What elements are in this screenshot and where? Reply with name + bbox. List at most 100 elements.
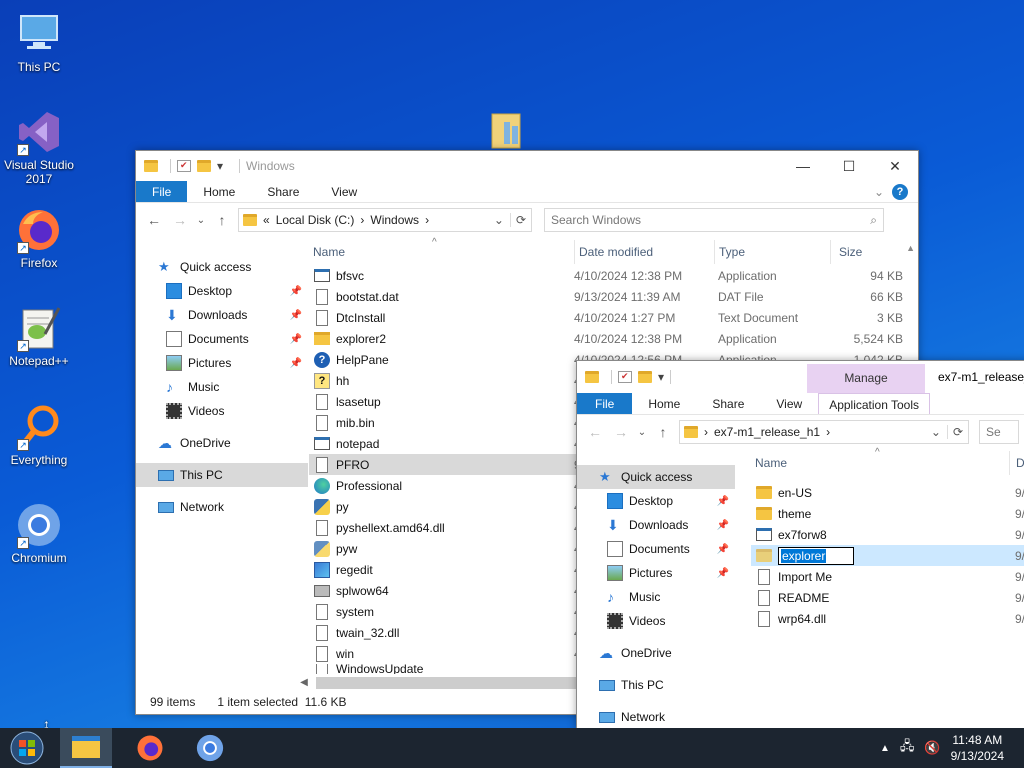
file-row[interactable]: wrp64.dll 9/ <box>751 608 1024 629</box>
pin-icon[interactable]: 📌 <box>290 310 302 321</box>
minimize-button[interactable]: — <box>780 151 826 181</box>
address-overflow[interactable]: « <box>263 213 270 227</box>
nav-desktop[interactable]: Desktop 📌 <box>577 489 735 513</box>
column-header-date[interactable]: Date modified <box>574 240 653 264</box>
file-row[interactable]: Import Me 9/ <box>751 566 1024 587</box>
nav-music[interactable]: ♪ Music <box>577 585 735 609</box>
back-button[interactable]: ← <box>585 424 605 440</box>
tab-file[interactable]: File <box>136 181 188 202</box>
maximize-button[interactable]: ☐ <box>826 151 872 181</box>
up-button[interactable]: ↑ <box>653 424 673 440</box>
chevron-right-icon[interactable]: › <box>425 213 429 227</box>
back-button[interactable]: ← <box>144 212 164 228</box>
desktop-icon-notepadpp[interactable]: ↗ Notepad++ <box>1 304 77 368</box>
close-button[interactable]: ✕ <box>872 151 918 181</box>
taskbar-file-explorer[interactable] <box>60 728 112 768</box>
nav-onedrive[interactable]: ☁ OneDrive <box>577 641 735 665</box>
tab-application-tools[interactable]: Application Tools <box>818 393 931 414</box>
show-hidden-icons-icon[interactable]: ▲ <box>880 743 890 754</box>
chevron-right-icon[interactable]: › <box>360 213 364 227</box>
file-row[interactable]: README 9/ <box>751 587 1024 608</box>
desktop-icon-everything[interactable]: ↗ Everything <box>1 403 77 467</box>
taskbar-firefox[interactable] <box>120 728 180 768</box>
tab-share[interactable]: Share <box>251 181 315 202</box>
tab-file[interactable]: File <box>577 393 633 414</box>
column-header-date[interactable]: D <box>1009 451 1024 475</box>
pin-icon[interactable]: 📌 <box>717 544 729 555</box>
title-bar[interactable]: ▾ ex7-m1_release_ <box>577 361 1024 393</box>
nav-this-pc[interactable]: This PC <box>136 463 308 487</box>
dragged-folder-icon[interactable] <box>490 108 524 150</box>
pin-icon[interactable]: 📌 <box>717 520 729 531</box>
start-button[interactable] <box>0 728 54 768</box>
taskbar-chromium[interactable] <box>180 728 240 768</box>
network-status-icon[interactable]: 🖧 <box>900 737 915 759</box>
search-input[interactable]: Search Windows ⌕ <box>544 208 884 232</box>
file-row[interactable]: theme 9/ <box>751 503 1024 524</box>
desktop-icon-this-pc[interactable]: This PC <box>1 10 77 74</box>
scroll-up-icon[interactable]: ▲ <box>906 243 915 253</box>
nav-desktop[interactable]: Desktop 📌 <box>136 279 308 303</box>
nav-music[interactable]: ♪ Music <box>136 375 308 399</box>
chevron-right-icon[interactable]: › <box>704 425 708 439</box>
recent-dropdown-icon[interactable]: ⌄ <box>637 427 647 438</box>
pin-icon[interactable]: 📌 <box>290 286 302 297</box>
address-dropdown-icon[interactable]: ⌄ <box>494 213 504 227</box>
new-folder-icon[interactable] <box>197 160 211 172</box>
column-header-type[interactable]: Type <box>714 240 745 264</box>
properties-icon[interactable] <box>177 160 191 172</box>
pin-icon[interactable]: 📌 <box>717 496 729 507</box>
clock[interactable]: 11:48 AM 9/13/2024 <box>951 732 1004 764</box>
up-button[interactable]: ↑ <box>212 212 232 228</box>
file-row[interactable]: bootstat.dat 9/13/2024 11:39 AM DAT File 66… <box>309 286 909 307</box>
column-header-size[interactable]: Size <box>830 240 910 264</box>
address-bar[interactable]: › ex7-m1_release_h1 › ⌄ ⟳ <box>679 420 969 444</box>
tab-view[interactable]: View <box>315 181 373 202</box>
nav-documents[interactable]: Documents 📌 <box>136 327 308 351</box>
properties-icon[interactable] <box>618 371 632 383</box>
nav-pictures[interactable]: Pictures 📌 <box>577 561 735 585</box>
desktop-icon-chromium[interactable]: ↗ Chromium <box>1 501 77 565</box>
forward-button[interactable]: → <box>170 212 190 228</box>
pin-icon[interactable]: 📌 <box>290 358 302 369</box>
address-dropdown-icon[interactable]: ⌄ <box>931 425 941 439</box>
nav-pictures[interactable]: Pictures 📌 <box>136 351 308 375</box>
breadcrumb-ex7[interactable]: ex7-m1_release_h1 <box>714 425 820 439</box>
file-row[interactable]: bfsvc 4/10/2024 12:38 PM Application 94 KB <box>309 265 909 286</box>
nav-onedrive[interactable]: ☁ OneDrive <box>136 431 308 455</box>
file-row[interactable]: en-US 9/ <box>751 482 1024 503</box>
nav-videos[interactable]: Videos <box>577 609 735 633</box>
manage-context-tab[interactable]: Manage <box>807 364 925 393</box>
refresh-icon[interactable]: ⟳ <box>946 425 968 439</box>
desktop-icon-firefox[interactable]: ↗ Firefox <box>1 206 77 270</box>
address-bar[interactable]: « Local Disk (C:) › Windows › ⌄ ⟳ <box>238 208 532 232</box>
tab-home[interactable]: Home <box>187 181 251 202</box>
tab-home[interactable]: Home <box>632 393 696 414</box>
breadcrumb-windows[interactable]: Windows <box>370 213 419 227</box>
pin-icon[interactable]: 📌 <box>717 568 729 579</box>
file-row[interactable]: ex7forw8 9/ <box>751 524 1024 545</box>
nav-downloads[interactable]: ⬇ Downloads 📌 <box>577 513 735 537</box>
desktop-icon-visual-studio[interactable]: ↗ Visual Studio 2017 <box>1 108 77 186</box>
quick-access-dropdown-icon[interactable]: ▾ <box>658 370 664 384</box>
help-icon[interactable]: ? <box>892 184 908 200</box>
explorer-window-ex7[interactable]: ▾ ex7-m1_release_ Manage File Home Share… <box>576 360 1024 730</box>
pin-icon[interactable]: 📌 <box>290 334 302 345</box>
column-header-name[interactable]: Name <box>755 451 787 475</box>
nav-quick-access[interactable]: ★ Quick access <box>577 465 735 489</box>
quick-access-dropdown-icon[interactable]: ▾ <box>217 159 223 173</box>
file-row[interactable]: DtcInstall 4/10/2024 1:27 PM Text Document… <box>309 307 909 328</box>
volume-muted-icon[interactable]: 🔇 <box>924 740 940 756</box>
rename-input[interactable]: explorer <box>778 546 854 565</box>
scrollbar-thumb[interactable] <box>316 676 586 689</box>
column-header-name[interactable]: Name <box>313 240 345 264</box>
tab-view[interactable]: View <box>760 393 818 414</box>
nav-this-pc[interactable]: This PC <box>577 673 735 697</box>
nav-quick-access[interactable]: ★ Quick access <box>136 255 308 279</box>
nav-network[interactable]: Network <box>577 705 735 729</box>
file-row-renaming[interactable]: explorer 9/ <box>751 545 1024 566</box>
scroll-left-icon[interactable]: ◀ <box>296 677 312 688</box>
expand-ribbon-icon[interactable]: ⌄ <box>874 181 892 202</box>
new-folder-icon[interactable] <box>638 371 652 383</box>
title-bar[interactable]: ▾ Windows — ☐ ✕ <box>136 151 918 181</box>
